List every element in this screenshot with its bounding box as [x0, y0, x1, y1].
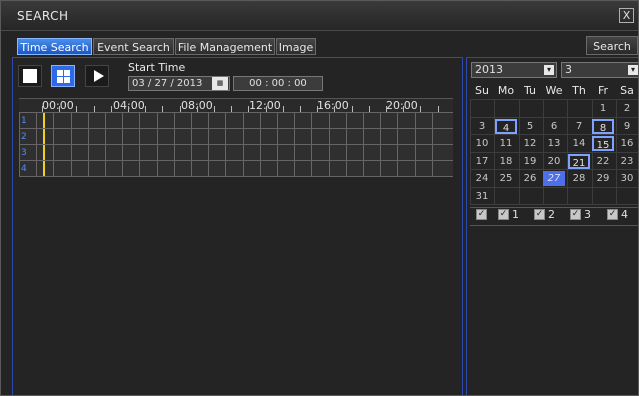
close-button[interactable]: X	[619, 8, 634, 23]
calendar-day[interactable]: 15	[592, 136, 614, 151]
year-select[interactable]: 2013 ▾	[471, 62, 557, 78]
weekday-label: Th	[572, 84, 586, 97]
timeline-hline	[19, 112, 453, 113]
timeline-hline	[19, 128, 453, 129]
channel-checkbox-label: 1	[512, 208, 519, 221]
calendar-day[interactable]: 10	[471, 136, 493, 151]
chevron-down-icon: ▾	[628, 65, 638, 75]
hour-label: 00:00	[42, 99, 74, 112]
calendar-day[interactable]: 31	[471, 189, 493, 204]
calendar-day[interactable]: 9	[616, 119, 638, 134]
channel-checkbox[interactable]: ✓	[476, 209, 487, 220]
tab-time-search[interactable]: Time Search	[17, 38, 92, 55]
calendar-day[interactable]: 16	[616, 136, 638, 151]
calendar-day[interactable]: 5	[519, 119, 541, 134]
channel-checkbox[interactable]: ✓	[607, 209, 618, 220]
calendar-hline	[470, 116, 638, 118]
channel-checkbox[interactable]: ✓	[570, 209, 581, 220]
calendar-day[interactable]: 27	[543, 171, 565, 186]
channel-checkbox-label: 2	[548, 208, 555, 221]
calendar-day[interactable]: 12	[519, 136, 541, 151]
channel-label: 3	[21, 148, 27, 158]
calendar-day[interactable]: 11	[495, 136, 517, 151]
start-time-label: Start Time	[128, 61, 186, 74]
calendar-day[interactable]: 1	[592, 101, 614, 116]
title-bar: SEARCH X	[1, 1, 638, 31]
weekday-label: Tu	[523, 84, 537, 97]
weekday-label: Su	[475, 84, 489, 97]
weekday-label: Sa	[620, 84, 634, 97]
stop-button[interactable]	[18, 65, 42, 87]
weekday-label: We	[545, 84, 563, 97]
channel-checkbox-label: 3	[584, 208, 591, 221]
calendar-hline	[470, 169, 638, 170]
timeline-hline	[19, 160, 453, 161]
channel-label: 4	[21, 164, 27, 174]
play-icon	[94, 70, 104, 82]
channel-label: 2	[21, 132, 27, 142]
calendar-day[interactable]: 3	[471, 119, 493, 134]
calendar-hline	[470, 99, 638, 100]
tab-event-search[interactable]: Event Search	[93, 38, 174, 55]
chevron-down-icon: ▾	[544, 65, 554, 75]
timeline-hline	[19, 144, 453, 145]
calendar-day[interactable]: 21	[568, 153, 590, 169]
channel-checkbox[interactable]: ✓	[534, 209, 545, 220]
calendar-day[interactable]: 24	[471, 171, 493, 186]
calendar-day[interactable]: 14	[568, 136, 590, 151]
channel-label: 1	[21, 116, 27, 126]
search-button[interactable]: Search	[586, 36, 638, 55]
calendar-day[interactable]: 13	[543, 136, 565, 151]
calendar-day[interactable]: 28	[568, 171, 590, 186]
calendar-day[interactable]: 18	[495, 154, 517, 169]
calendar-hline	[470, 204, 638, 205]
tab-image[interactable]: Image	[276, 38, 316, 55]
timeline-hline	[19, 176, 453, 177]
tab-file-management[interactable]: File Management	[175, 38, 275, 55]
calendar-day[interactable]: 19	[519, 154, 541, 169]
stop-icon	[23, 69, 37, 83]
weekday-label: Mo	[497, 84, 515, 97]
calendar-day[interactable]: 4	[495, 118, 517, 134]
calendar-day[interactable]: 8	[592, 118, 614, 134]
weekday-label: Fr	[597, 84, 609, 97]
calendar-hline	[470, 151, 638, 153]
calendar-day[interactable]: 6	[543, 119, 565, 134]
search-window: SEARCH X Time Search Event Search File M…	[0, 0, 639, 396]
month-value: 3	[565, 63, 572, 76]
calendar-day[interactable]: 2	[616, 101, 638, 116]
start-time-field[interactable]: 00 : 00 : 00	[233, 76, 323, 91]
hour-label: 20:00	[386, 99, 418, 112]
calendar-day[interactable]: 29	[592, 171, 614, 186]
calendar-day[interactable]: 20	[543, 154, 565, 169]
play-button[interactable]	[85, 65, 109, 87]
calendar-day[interactable]: 22	[592, 154, 614, 169]
calendar-day[interactable]: 26	[519, 171, 541, 186]
calendar-day[interactable]: 25	[495, 171, 517, 186]
calendar-icon[interactable]: ▦	[212, 77, 228, 90]
quad-view-button[interactable]	[51, 65, 75, 87]
calendar-day[interactable]: 23	[616, 154, 638, 169]
calendar-hline	[470, 134, 638, 135]
calendar-day[interactable]: 30	[616, 171, 638, 186]
month-select[interactable]: 3 ▾	[561, 62, 638, 78]
channel-checkbox[interactable]: ✓	[498, 209, 509, 220]
calendar-hline	[470, 186, 638, 188]
calendar-day[interactable]: 17	[471, 154, 493, 169]
hour-label: 16:00	[317, 99, 349, 112]
year-value: 2013	[475, 63, 503, 76]
channel-checkbox-label: 4	[621, 208, 628, 221]
window-title: SEARCH	[17, 9, 69, 23]
calendar-day[interactable]: 7	[568, 119, 590, 134]
